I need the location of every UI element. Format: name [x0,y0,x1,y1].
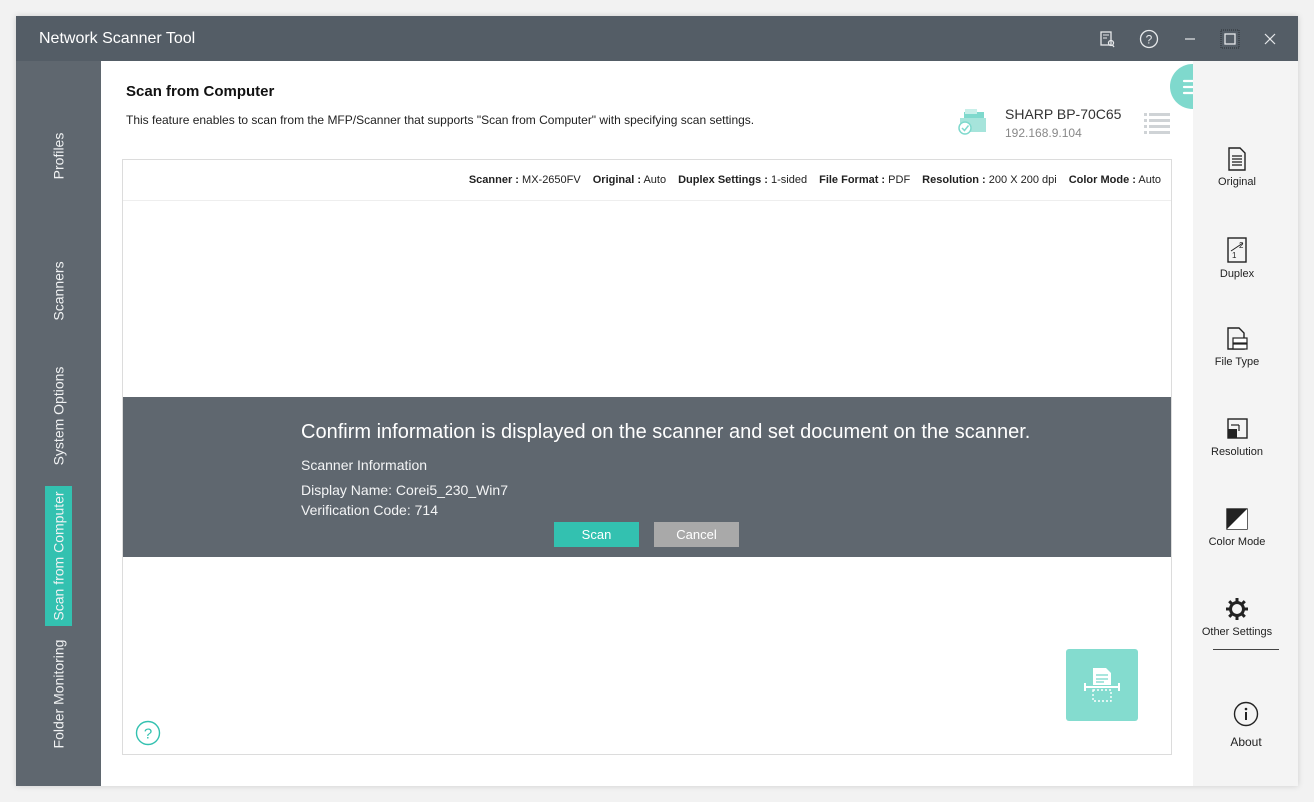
nav-item-label: Scanners [50,261,67,321]
settings-sidebar: Original 21 Duplex File Type Resolution … [1193,61,1298,786]
nav-item-profiles[interactable]: Profiles [45,106,72,206]
close-icon[interactable] [1257,26,1283,52]
device-selector[interactable]: SHARP BP-70C65 192.168.9.104 [956,106,1176,144]
setting-original[interactable]: Original [1193,147,1281,188]
original-icon [1193,147,1281,171]
gear-icon [1193,597,1281,621]
title-bar: Network Scanner Tool ? [16,16,1298,61]
scan-settings-summary: Scanner : MX-2650FV Original : Auto Dupl… [123,160,1171,201]
setting-label: Duplex [1219,268,1255,280]
nav-item-label: Scan from Computer [50,491,67,621]
scan-panel: Scanner : MX-2650FV Original : Auto Dupl… [122,159,1172,755]
summary-resolution: Resolution : 200 X 200 dpi [922,174,1057,186]
file-type-icon [1193,327,1281,351]
nav-item-folder-monitoring[interactable]: Folder Monitoring [45,631,72,756]
svg-text:?: ? [144,726,152,743]
summary-original: Original : Auto [592,174,667,186]
help-icon[interactable]: ? [1136,26,1162,52]
duplex-icon: 21 [1193,237,1281,263]
scanner-device-icon [956,108,990,143]
sidebar-divider [1213,649,1279,650]
summary-duplex: Duplex Settings : 1-sided [678,174,808,186]
verification-code: Verification Code: 714 [301,502,438,518]
nav-item-label: System Options [50,366,67,466]
display-name: Display Name: Corei5_230_Win7 [301,482,508,498]
summary-scanner: Scanner : MX-2650FV [468,174,581,186]
about-label: About [1230,735,1262,749]
nav-item-scanners[interactable]: Scanners [45,236,72,346]
summary-color-mode: Color Mode : Auto [1068,174,1161,186]
setting-label: Resolution [1211,446,1263,458]
nav-item-system-options[interactable]: System Options [45,361,72,471]
setting-label: Original [1218,176,1256,188]
summary-file-format: File Format : PDF [819,174,911,186]
resolution-icon [1193,417,1281,441]
minimize-icon[interactable] [1177,26,1203,52]
setting-file-type[interactable]: File Type [1193,327,1281,368]
device-name: SHARP BP-70C65 [1005,106,1122,122]
main-content: Scan from Computer This feature enables … [101,61,1215,786]
about-button[interactable]: About [1213,701,1279,749]
app-title: Network Scanner Tool [39,30,196,47]
help-circle-icon[interactable]: ? [135,720,161,751]
svg-text:1: 1 [1232,251,1237,260]
setting-label: File Type [1214,356,1260,368]
start-scan-button[interactable] [1066,649,1138,721]
info-icon [1213,701,1279,727]
maximize-icon[interactable] [1217,26,1243,52]
setting-label: Color Mode [1208,536,1266,548]
scan-document-icon [1084,668,1120,702]
confirm-message: Confirm information is displayed on the … [301,421,1031,443]
setting-resolution[interactable]: Resolution [1193,417,1281,458]
nav-item-scan-from-computer[interactable]: Scan from Computer [45,486,72,626]
scan-button[interactable]: Scan [554,522,639,547]
setting-color-mode[interactable]: Color Mode [1193,507,1281,548]
setting-other[interactable]: Other Settings [1193,597,1281,638]
app-window: Network Scanner Tool ? Profiles Scanners… [16,16,1298,786]
nav-item-label: Profiles [50,132,67,180]
left-navigation: Profiles Scanners System Options Scan fr… [16,61,101,786]
setting-label: Other Settings [1201,626,1273,638]
color-mode-icon [1193,507,1281,531]
device-list-icon[interactable] [1144,112,1170,141]
svg-text:?: ? [1146,33,1153,47]
page-description: This feature enables to scan from the MF… [126,113,755,127]
nav-item-label: Folder Monitoring [50,639,67,748]
page-title: Scan from Computer [126,83,275,100]
cancel-button[interactable]: Cancel [654,522,739,547]
scanner-info-title: Scanner Information [301,457,428,473]
license-icon[interactable] [1094,26,1120,52]
device-ip: 192.168.9.104 [1005,126,1082,140]
setting-duplex[interactable]: 21 Duplex [1193,237,1281,280]
confirm-dialog: Confirm information is displayed on the … [123,397,1171,557]
